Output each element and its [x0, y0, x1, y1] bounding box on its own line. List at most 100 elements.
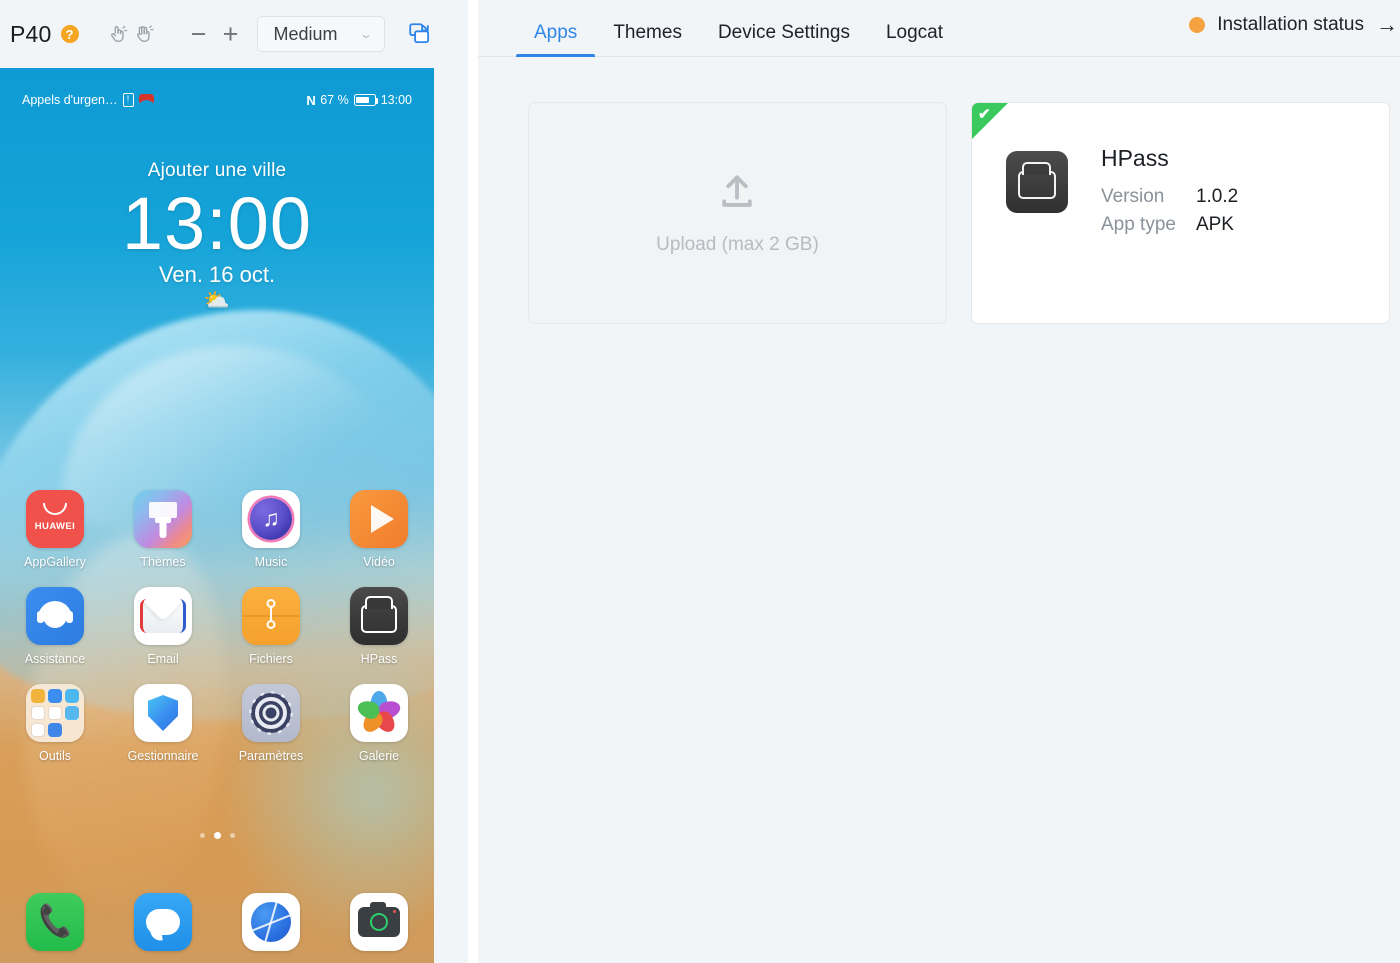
app-settings[interactable]: Paramètres: [230, 684, 312, 763]
hand-tap-icon[interactable]: [105, 21, 131, 47]
app-tools-folder[interactable]: Outils: [14, 684, 96, 763]
status-bar-clock: 13:00: [380, 93, 412, 107]
chevron-down-icon: ⌄: [359, 27, 374, 41]
battery-percent-label: 67 %: [320, 93, 349, 107]
home-dock: 📞: [0, 893, 434, 951]
help-icon[interactable]: ?: [60, 25, 79, 43]
sim-card-alert-icon: [122, 92, 134, 107]
app-label: AppGallery: [24, 555, 86, 569]
installed-app-card[interactable]: ✔ HPass Version 1.0.2 App type APK: [970, 102, 1390, 324]
status-bar-left: Appels d'urgen…: [22, 92, 154, 107]
assistance-icon: [26, 587, 84, 645]
check-icon: ✔: [977, 106, 991, 123]
field-label: App type: [1100, 214, 1176, 235]
camera-icon: [350, 893, 408, 951]
app-video[interactable]: Vidéo: [338, 490, 420, 569]
browser-globe-icon: [242, 893, 300, 951]
apps-content-area: Upload (max 2 GB) ✔ HPass Version 1.0.2 …: [478, 57, 1400, 963]
zoom-in-button[interactable]: +: [215, 18, 247, 50]
device-name-label: P40: [10, 20, 52, 47]
page-dot[interactable]: [229, 833, 235, 838]
status-bar: Appels d'urgen… N 67 % 13:00: [0, 88, 434, 112]
app-label: Outils: [39, 749, 71, 763]
files-icon: [242, 587, 300, 645]
status-indicator-dot: [1189, 17, 1206, 33]
app-gallery[interactable]: Galerie: [338, 684, 420, 763]
page-dot[interactable]: [199, 833, 205, 838]
clock-date: Ven. 16 oct.: [158, 261, 276, 287]
status-bar-right: N 67 % 13:00: [306, 93, 412, 108]
app-card-field-app-type: App type APK: [1101, 214, 1238, 236]
app-files[interactable]: Fichiers: [230, 587, 312, 666]
tab-device-settings[interactable]: Device Settings: [700, 22, 868, 56]
app-card-field-version: Version 1.0.2: [1101, 186, 1238, 208]
huawei-logo-icon: [138, 93, 154, 107]
clock-time: 13:00: [121, 182, 313, 265]
add-city-label[interactable]: Ajouter une ville: [0, 160, 434, 182]
dock-messages[interactable]: [122, 893, 204, 951]
app-label: HPass: [360, 652, 398, 666]
tab-bar: Apps Themes Device Settings Logcat Insta…: [478, 0, 1400, 57]
app-card-info: HPass Version 1.0.2 App type APK: [1101, 145, 1238, 242]
tab-logcat[interactable]: Logcat: [868, 22, 961, 56]
phone-icon: 📞: [26, 893, 84, 951]
appgallery-brand-text: HUAWEI: [34, 521, 76, 532]
installation-status-button[interactable]: Installation status →: [1189, 14, 1400, 36]
clock-widget[interactable]: Ajouter une ville 13:00 Ven. 16 oct. ⛅: [0, 160, 434, 311]
tab-themes[interactable]: Themes: [595, 22, 700, 56]
home-page-indicator: [0, 832, 434, 839]
display-size-value: Medium: [273, 23, 338, 44]
zoom-out-button[interactable]: −: [183, 18, 215, 50]
upload-dropzone[interactable]: Upload (max 2 GB): [528, 102, 947, 324]
device-screen[interactable]: Appels d'urgen… N 67 % 13:00 Ajouter une…: [0, 68, 434, 963]
app-appgallery[interactable]: HUAWEI AppGallery: [14, 490, 96, 569]
app-manager[interactable]: Gestionnaire: [122, 684, 204, 763]
app-hpass[interactable]: HPass: [338, 587, 420, 666]
settings-gear-icon: [242, 684, 300, 742]
dock-browser[interactable]: [230, 893, 312, 951]
emulator-window: P40 ? − + Medium ⌄ Appels d'urgen… ! N 6…: [0, 0, 1400, 963]
app-label: Thèmes: [140, 555, 186, 569]
tab-apps[interactable]: Apps: [516, 22, 596, 57]
main-panel: Apps Themes Device Settings Logcat Insta…: [478, 0, 1400, 963]
display-size-select[interactable]: Medium ⌄: [256, 16, 385, 52]
app-label: Email: [147, 652, 179, 666]
app-email[interactable]: Email: [122, 587, 204, 666]
themes-icon: [134, 490, 192, 548]
hand-swipe-icon[interactable]: [131, 21, 157, 47]
messages-icon: [134, 893, 192, 951]
app-label: Vidéo: [363, 555, 395, 569]
video-icon: [350, 490, 408, 548]
app-themes[interactable]: Thèmes: [122, 490, 204, 569]
hpass-icon: [350, 587, 408, 645]
home-screen-app-grid: HUAWEI AppGallery Thèmes ♫ Music Vidéo A…: [0, 490, 434, 781]
field-label: Version: [1100, 186, 1165, 207]
app-card-name: HPass: [1100, 145, 1169, 171]
dock-phone[interactable]: 📞: [14, 893, 96, 951]
music-icon: ♫: [242, 490, 300, 548]
upload-label: Upload (max 2 GB): [656, 233, 819, 255]
field-value: 1.0.2: [1195, 186, 1239, 207]
device-panel: P40 ? − + Medium ⌄ Appels d'urgen… ! N 6…: [0, 0, 468, 963]
app-label: Assistance: [24, 652, 86, 666]
arrow-right-icon: →: [1376, 12, 1398, 37]
app-assistance[interactable]: Assistance: [14, 587, 96, 666]
hpass-icon: [1005, 151, 1068, 213]
nfc-icon: N: [306, 92, 316, 108]
app-row: Assistance Email Fichiers HPass: [14, 587, 420, 666]
page-dot-active[interactable]: [213, 832, 221, 839]
app-label: Gestionnaire: [127, 749, 199, 763]
gallery-flower-icon: [350, 684, 408, 742]
popout-window-button[interactable]: [405, 19, 435, 49]
manager-shield-icon: [134, 684, 192, 742]
tools-folder-icon: [26, 684, 84, 742]
email-icon: [134, 587, 192, 645]
app-music[interactable]: ♫ Music: [230, 490, 312, 569]
dock-camera[interactable]: [338, 893, 420, 951]
device-toolbar: P40 ? − + Medium ⌄: [0, 0, 468, 68]
field-value: APK: [1195, 214, 1234, 235]
carrier-label: Appels d'urgen…: [22, 93, 118, 107]
battery-icon: [353, 94, 379, 106]
app-label: Galerie: [358, 749, 400, 763]
app-row: Outils Gestionnaire Paramètres Galerie: [14, 684, 420, 763]
